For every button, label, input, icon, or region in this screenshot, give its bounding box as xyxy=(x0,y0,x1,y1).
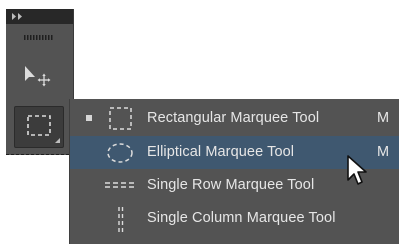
grip-icon[interactable] xyxy=(24,35,54,40)
menu-item-label: Single Column Marquee Tool xyxy=(147,210,336,226)
move-arrow-icon xyxy=(25,66,51,87)
rectangular-marquee-icon xyxy=(109,107,132,130)
menu-item-single-column-marquee[interactable]: Single Column Marquee Tool xyxy=(70,202,399,235)
double-chevron-right-icon[interactable] xyxy=(12,12,26,21)
menu-item-rectangular-marquee[interactable]: Rectangular Marquee Tool M xyxy=(70,102,399,135)
elliptical-marquee-icon xyxy=(107,143,133,163)
menu-item-shortcut: M xyxy=(377,144,390,160)
menu-item-label: Elliptical Marquee Tool xyxy=(147,144,295,160)
rectangular-marquee-tool-button[interactable] xyxy=(14,106,64,148)
single-column-marquee-icon xyxy=(118,207,124,232)
panel-header[interactable] xyxy=(6,9,73,24)
single-row-marquee-icon xyxy=(105,182,137,188)
arrow-cursor-icon xyxy=(347,155,367,185)
move-tool-button[interactable] xyxy=(24,65,54,91)
menu-item-shortcut: M xyxy=(377,110,390,126)
rectangular-marquee-icon xyxy=(27,115,60,143)
tools-panel xyxy=(6,9,74,155)
menu-item-label: Rectangular Marquee Tool xyxy=(147,110,320,126)
checked-indicator-icon xyxy=(86,115,92,121)
menu-item-label: Single Row Marquee Tool xyxy=(147,177,315,193)
